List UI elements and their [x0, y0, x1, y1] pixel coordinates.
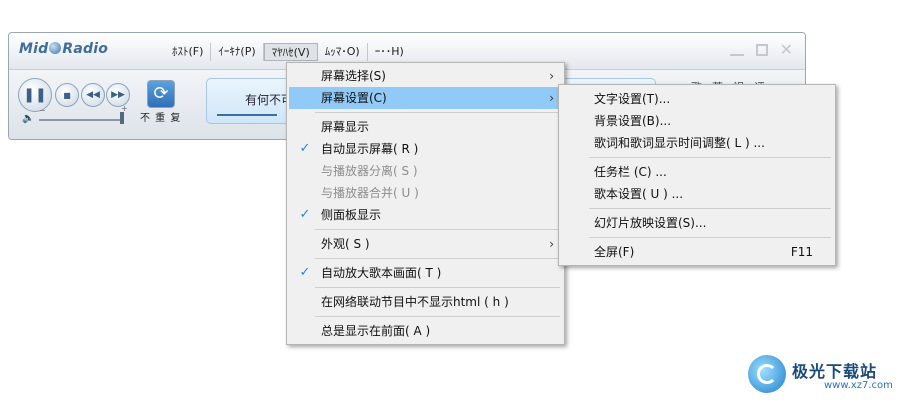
menu-item-hide-html[interactable]: 在网络联动节目中不显示html ( h )	[289, 291, 562, 313]
watermark-url: www.xz7.com	[824, 380, 893, 391]
minimize-icon[interactable]	[729, 54, 744, 56]
pause-button[interactable]: ❚❚	[18, 78, 52, 112]
watermark-logo-icon	[748, 355, 786, 393]
checkmark-icon: ✓	[299, 141, 311, 156]
checkmark-icon: ✓	[299, 265, 311, 280]
watermark: 极光下载站 www.xz7.com	[748, 355, 908, 401]
menu-separator	[315, 316, 560, 317]
close-icon[interactable]: ✕	[780, 42, 793, 58]
menu-item-always-on-top[interactable]: 总是显示在前面( A )	[289, 320, 562, 342]
menu-options[interactable]: ﾑｯﾏ･O)	[318, 43, 368, 61]
chevron-right-icon: ›	[549, 91, 554, 105]
repeat-button[interactable]: ⟳	[147, 80, 175, 108]
menu-separator	[589, 157, 831, 158]
app-logo: Mid Radio	[19, 41, 109, 57]
menu-item-screen-select[interactable]: 屏幕选择(S) ›	[289, 65, 562, 87]
menu-item-lyrics-timing[interactable]: 歌词和歌词显示时间调整( L ) ...	[561, 132, 833, 154]
repeat-label: 不 重 复	[140, 113, 182, 124]
menu-item-auto-zoom-songbook[interactable]: ✓ 自动放大歌本画面( T )	[289, 262, 562, 284]
menu-separator	[589, 237, 831, 238]
menu-item-fullscreen[interactable]: 全屏(F) F11	[561, 241, 833, 263]
menu-item-slideshow-settings[interactable]: 幻灯片放映设置(S)...	[561, 212, 833, 234]
shortcut-label: F11	[790, 245, 813, 259]
menu-item-songbook-settings[interactable]: 歌本设置( U ) ...	[561, 183, 833, 205]
menu-item-detach-player: 与播放器分离( S )	[321, 164, 418, 178]
menu-item-screen-settings[interactable]: 屏幕设置(C) ›	[289, 87, 562, 109]
menu-separator	[315, 229, 560, 230]
menu-item-screen-display[interactable]: 屏幕显示	[289, 116, 562, 138]
chevron-right-icon: ›	[549, 237, 554, 251]
stop-button[interactable]: ■	[55, 83, 79, 107]
window-controls: ✕	[729, 42, 793, 58]
menu-separator	[589, 208, 831, 209]
seek-bar[interactable]	[217, 114, 277, 116]
previous-button[interactable]: ◀◀	[81, 83, 105, 107]
volume-minus-icon: −	[39, 106, 46, 115]
speaker-icon[interactable]: 🔈	[22, 113, 34, 124]
watermark-title: 极光下载站	[792, 362, 878, 381]
menu-separator	[315, 112, 560, 113]
menu-item-auto-show-screen[interactable]: ✓ 自动显示屏幕( R )	[289, 138, 562, 160]
menu-item-side-panel[interactable]: ✓ 侧面板显示	[289, 204, 562, 226]
volume-slider-handle[interactable]	[120, 112, 124, 124]
menu-file[interactable]: ﾎｽﾄ(F)	[165, 43, 212, 61]
menu-item-text-settings[interactable]: 文字设置(T)...	[561, 88, 833, 110]
screen-settings-submenu: 文字设置(T)... 背景设置(B)... 歌词和歌词显示时间调整( L ) .…	[558, 84, 836, 266]
menu-item-merge-player: 与播放器合并( U )	[321, 186, 419, 200]
menu-separator	[315, 287, 560, 288]
chevron-right-icon: ›	[549, 69, 554, 83]
menu-playlist[interactable]: ｲｰｷﾅ(P)	[211, 43, 264, 61]
volume-slider[interactable]	[39, 119, 123, 121]
menu-view[interactable]: ﾏﾔﾊｾ(V)	[263, 43, 318, 61]
view-menu-dropdown: 屏幕选择(S) › 屏幕设置(C) › 屏幕显示 ✓ 自动显示屏幕( R ) 与…	[286, 62, 565, 345]
menu-item-taskbar[interactable]: 任务栏 (C) ...	[561, 161, 833, 183]
checkmark-icon: ✓	[299, 207, 311, 222]
menu-help[interactable]: ｰ･･H)	[368, 43, 411, 61]
maximize-icon[interactable]	[755, 44, 768, 56]
menu-bar: ﾎｽﾄ(F) ｲｰｷﾅ(P) ﾏﾔﾊｾ(V) ﾑｯﾏ･O) ｰ･･H)	[165, 43, 411, 61]
menu-separator	[315, 258, 560, 259]
menu-item-appearance[interactable]: 外观( S ) ›	[289, 233, 562, 255]
menu-item-background-settings[interactable]: 背景设置(B)...	[561, 110, 833, 132]
